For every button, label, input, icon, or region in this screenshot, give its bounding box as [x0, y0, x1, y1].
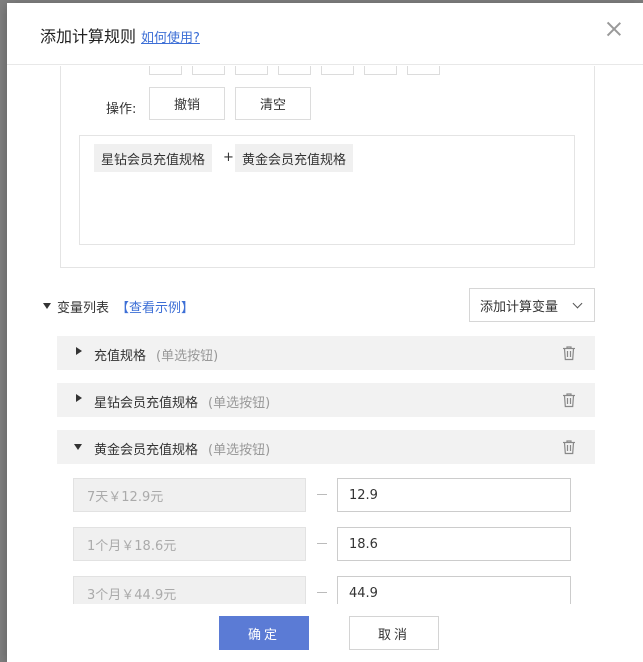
option-row: 1个月￥18.6元: [73, 527, 571, 561]
formula-expression[interactable]: 星钻会员充值规格 + 黄金会员充值规格: [79, 135, 575, 245]
add-calc-rule-dialog: 添加计算规则 如何使用? 操作: 撤销 清空 星钻会员充值规格 + 黄金会员充值…: [7, 3, 643, 662]
formula-token[interactable]: 星钻会员充值规格: [94, 144, 213, 172]
dialog-footer: 确定 取消: [7, 604, 643, 662]
keypad-button[interactable]: [278, 66, 311, 75]
view-example-link[interactable]: 【查看示例】: [116, 297, 194, 316]
help-link[interactable]: 如何使用?: [141, 27, 200, 46]
trash-icon[interactable]: [561, 439, 577, 455]
option-row: 3个月￥44.9元: [73, 576, 571, 604]
keypad-button[interactable]: [149, 66, 182, 75]
variable-row[interactable]: 星钻会员充值规格 (单选按钮): [57, 383, 595, 417]
caret-right-icon[interactable]: [76, 347, 82, 355]
option-row: 7天￥12.9元: [73, 478, 571, 512]
cancel-button[interactable]: 取消: [349, 616, 439, 650]
option-separator: [317, 494, 327, 495]
trash-icon[interactable]: [561, 345, 577, 361]
keypad-button[interactable]: [235, 66, 268, 75]
option-value-input[interactable]: [337, 576, 571, 604]
dialog-title: 添加计算规则: [40, 27, 137, 46]
keypad-button[interactable]: [364, 66, 397, 75]
operation-label: 操作:: [106, 102, 137, 117]
add-variable-label: 添加计算变量: [480, 299, 559, 315]
confirm-button[interactable]: 确定: [219, 616, 309, 650]
option-value-input[interactable]: [337, 527, 571, 561]
dialog-header: 添加计算规则 如何使用?: [7, 3, 643, 65]
caret-down-icon[interactable]: [43, 303, 51, 309]
formula-operator: +: [223, 150, 234, 165]
formula-token[interactable]: 黄金会员充值规格: [235, 144, 354, 172]
keypad-button[interactable]: [407, 66, 440, 75]
clear-button[interactable]: 清空: [235, 87, 311, 120]
option-value-input[interactable]: [337, 478, 571, 512]
keypad-button[interactable]: [321, 66, 354, 75]
dialog-body[interactable]: 操作: 撤销 清空 星钻会员充值规格 + 黄金会员充值规格 变量列表 【查看示例…: [7, 66, 643, 604]
close-icon[interactable]: [606, 21, 622, 37]
variable-name: 充值规格: [94, 349, 147, 364]
variable-type: (单选按钮): [208, 443, 271, 458]
option-separator: [317, 543, 327, 544]
chevron-down-icon: [572, 298, 583, 309]
caret-right-icon[interactable]: [76, 394, 82, 402]
caret-down-icon[interactable]: [74, 444, 82, 450]
option-label: 3个月￥44.9元: [73, 576, 306, 604]
trash-icon[interactable]: [561, 392, 577, 408]
variable-type: (单选按钮): [208, 396, 271, 411]
option-separator: [317, 592, 327, 593]
variable-name: 星钻会员充值规格: [94, 396, 199, 411]
keypad-button[interactable]: [192, 66, 225, 75]
add-variable-dropdown[interactable]: 添加计算变量: [469, 288, 595, 322]
variable-row[interactable]: 黄金会员充值规格 (单选按钮): [57, 430, 595, 464]
option-label: 1个月￥18.6元: [73, 527, 306, 561]
variable-type: (单选按钮): [156, 349, 219, 364]
variable-list-title: 变量列表: [57, 301, 110, 316]
variable-name: 黄金会员充值规格: [94, 443, 199, 458]
variable-row[interactable]: 充值规格 (单选按钮): [57, 336, 595, 370]
option-label: 7天￥12.9元: [73, 478, 306, 512]
undo-button[interactable]: 撤销: [149, 87, 225, 120]
formula-editor: 操作: 撤销 清空 星钻会员充值规格 + 黄金会员充值规格: [60, 66, 595, 268]
